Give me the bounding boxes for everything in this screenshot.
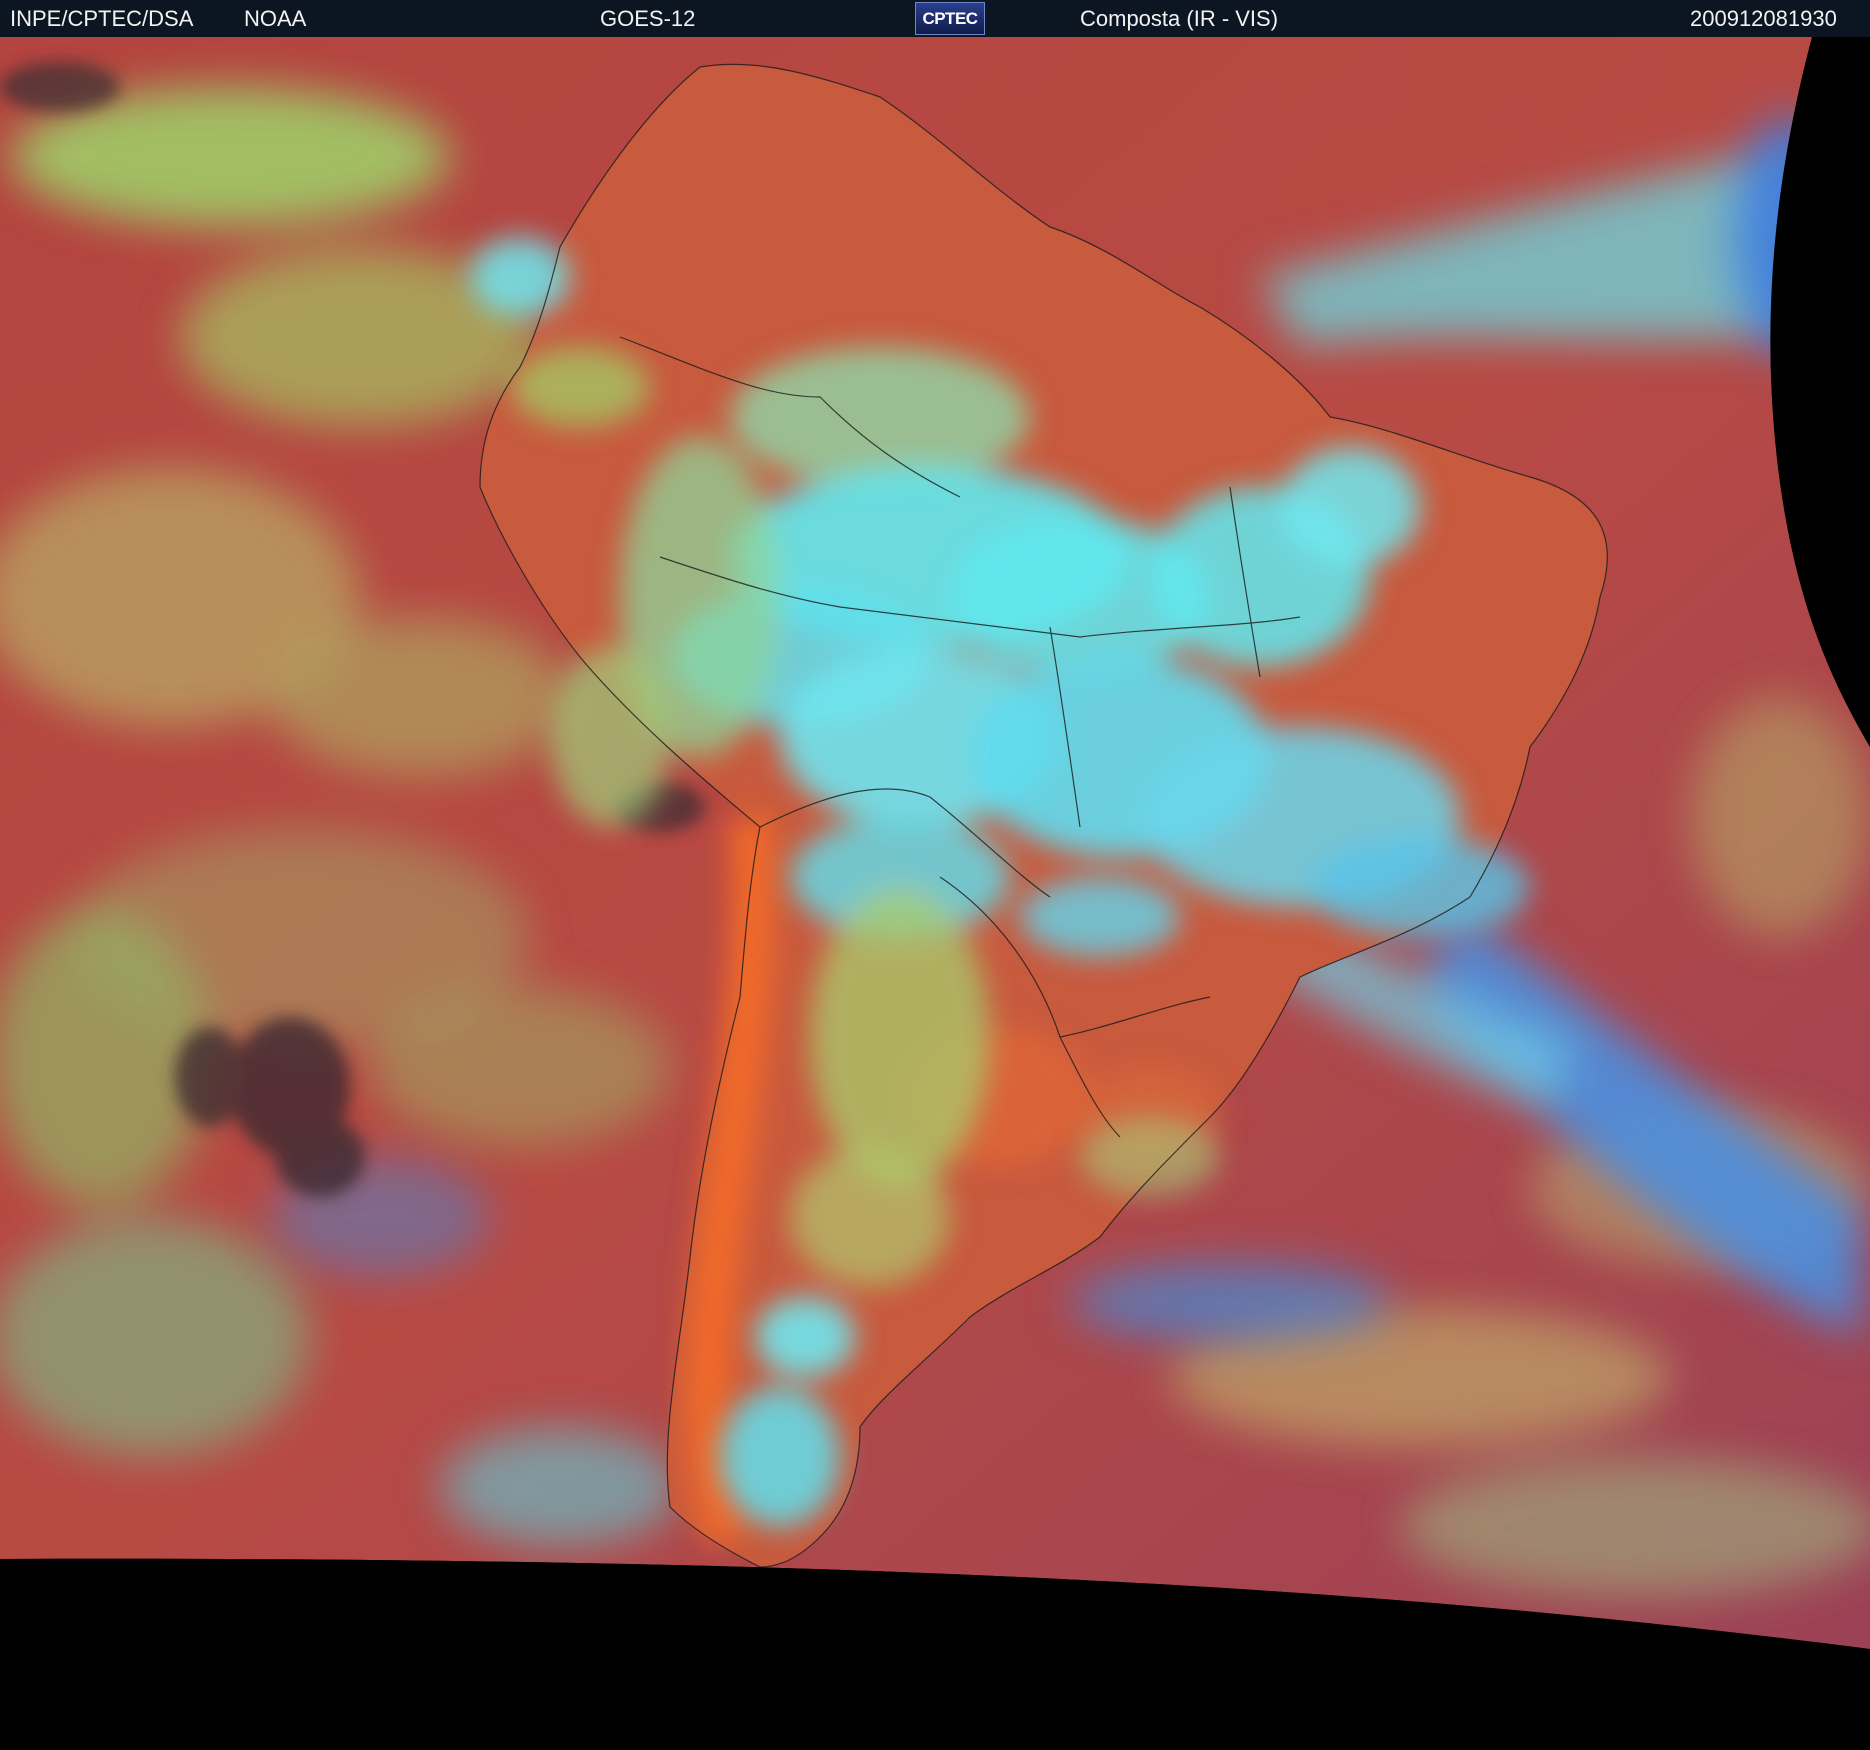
product-label: Composta (IR - VIS): [1080, 6, 1279, 31]
agency-label: INPE/CPTEC/DSA: [10, 6, 194, 31]
image-header-bar: INPE/CPTEC/DSA NOAA GOES-12 CPTEC Compos…: [0, 0, 1870, 37]
satellite-image: [0, 37, 1870, 1750]
satellite-label: GOES-12: [600, 6, 696, 31]
cptec-logo: CPTEC: [915, 2, 985, 35]
source-label: NOAA: [244, 6, 307, 31]
timestamp-label: 200912081930: [1690, 6, 1837, 31]
